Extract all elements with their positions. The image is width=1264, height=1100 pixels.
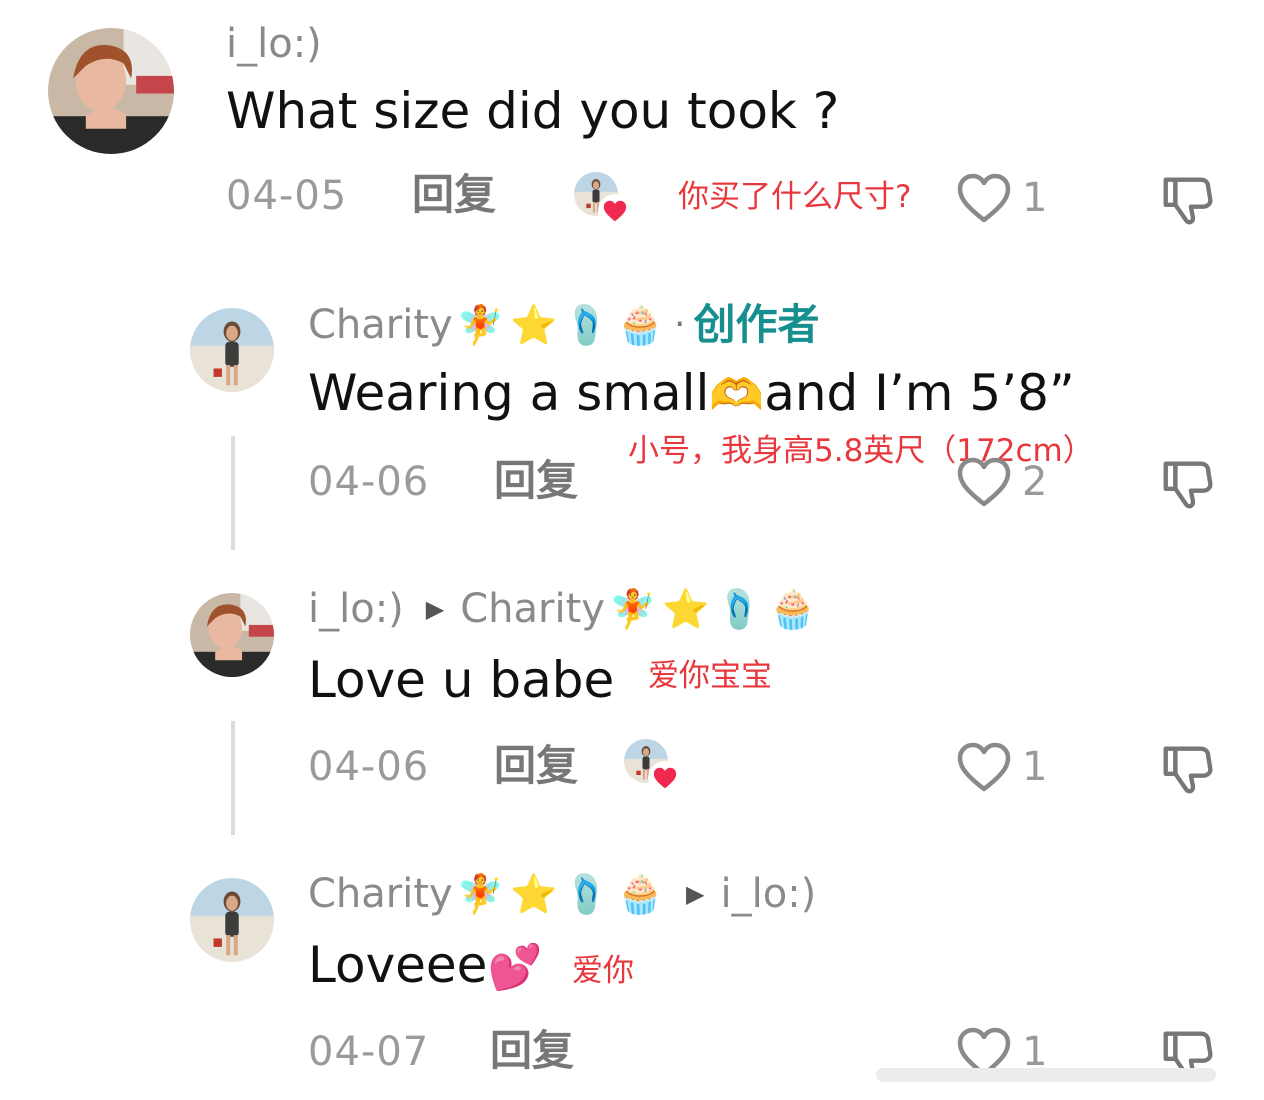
- comment-username[interactable]: Charity 🧚 ⭐ 🩴 🧁 ▶ i_lo:): [308, 874, 816, 914]
- thread-line: [231, 721, 235, 835]
- creator-liked-badge: [624, 739, 682, 795]
- comment-date: 04-06: [308, 744, 430, 790]
- comment-username[interactable]: Charity 🧚 ⭐ 🩴 🧁 · 创作者: [308, 304, 820, 346]
- comment-date: 04-06: [308, 459, 430, 505]
- scroll-indicator[interactable]: [876, 1068, 1216, 1082]
- comment-date: 04-05: [226, 173, 348, 219]
- like-count: 2: [1022, 459, 1048, 505]
- like-button[interactable]: 1: [956, 172, 1047, 224]
- heart-outline-icon: [956, 456, 1012, 508]
- avatar[interactable]: [48, 28, 174, 154]
- separator-dot: ·: [674, 304, 686, 345]
- comment-username[interactable]: i_lo:) ▶ Charity 🧚 ⭐ 🩴 🧁: [308, 589, 816, 629]
- creator-liked-badge: [574, 172, 632, 228]
- comment-text: What size did you took ?: [226, 82, 840, 140]
- like-count: 1: [1022, 744, 1048, 790]
- reply-arrow-icon: ▶: [425, 595, 445, 623]
- comment-text: Loveee💕: [308, 936, 543, 994]
- comment-4: Charity 🧚 ⭐ 🩴 🧁 ▶ i_lo:) Loveee💕 爱你 04-07 回…: [0, 860, 1264, 1100]
- username-emojis: 🧚 ⭐ 🩴 🧁: [456, 303, 665, 347]
- comment-2: Charity 🧚 ⭐ 🩴 🧁 · 创作者 Wearing a small🫶and I…: [0, 290, 1264, 560]
- username-emojis: 🧚 ⭐ 🩴 🧁: [456, 872, 665, 916]
- reply-button[interactable]: 回复: [494, 460, 578, 502]
- like-button[interactable]: 2: [956, 456, 1047, 508]
- avatar[interactable]: [190, 308, 274, 392]
- thread-line: [231, 436, 235, 550]
- thumbs-down-icon: [1158, 739, 1216, 797]
- comment-text: Love u babe: [308, 651, 615, 709]
- heart-filled-icon: [598, 194, 632, 228]
- like-count: 1: [1022, 1029, 1048, 1075]
- like-count: 1: [1022, 175, 1048, 221]
- comment-text: Wearing a small🫶and I’m 5’8”: [308, 364, 1075, 422]
- heart-hands-emoji: 🫶: [709, 370, 765, 421]
- creator-label: 创作者: [693, 300, 820, 349]
- dislike-button[interactable]: [1158, 170, 1216, 228]
- avatar[interactable]: [190, 593, 274, 677]
- translation-note: 爱你宝宝: [648, 658, 772, 694]
- translation-note: 爱你: [572, 953, 634, 989]
- reply-arrow-icon: ▶: [686, 880, 705, 908]
- comment-date: 04-07: [308, 1029, 430, 1075]
- heart-filled-icon: [648, 761, 682, 795]
- thumbs-down-icon: [1158, 454, 1216, 512]
- reply-button[interactable]: 回复: [412, 174, 496, 216]
- heart-outline-icon: [956, 741, 1012, 793]
- comment-3: i_lo:) ▶ Charity 🧚 ⭐ 🩴 🧁 Love u babe 爱你宝宝 0…: [0, 575, 1264, 845]
- reply-button[interactable]: 回复: [494, 745, 578, 787]
- thumbs-down-icon: [1158, 170, 1216, 228]
- translation-note: 你买了什么尺寸?: [678, 179, 912, 215]
- dislike-button[interactable]: [1158, 454, 1216, 512]
- comment-1: i_lo:) What size did you took ? 04-05 回复…: [0, 0, 1264, 260]
- heart-outline-icon: [956, 172, 1012, 224]
- username-emojis: 🧚 ⭐ 🩴 🧁: [608, 587, 817, 631]
- reply-button[interactable]: 回复: [490, 1030, 574, 1072]
- comment-username[interactable]: i_lo:): [226, 24, 322, 64]
- avatar[interactable]: [190, 878, 274, 962]
- two-hearts-emoji: 💕: [487, 942, 543, 993]
- like-button[interactable]: 1: [956, 741, 1047, 793]
- dislike-button[interactable]: [1158, 739, 1216, 797]
